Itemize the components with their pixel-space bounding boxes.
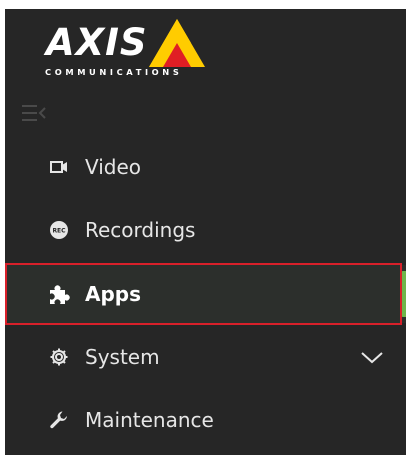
sidebar-item-label: Video bbox=[85, 155, 142, 179]
puzzle-icon bbox=[47, 282, 71, 306]
sidebar-item-label: Apps bbox=[85, 282, 142, 306]
logo-subtitle: COMMUNICATIONS bbox=[45, 67, 183, 77]
collapse-menu-icon bbox=[22, 105, 46, 121]
video-camera-icon bbox=[47, 155, 71, 179]
sidebar: AXIS COMMUNICATIONS Video REC Recordings… bbox=[5, 9, 406, 455]
gear-icon bbox=[47, 345, 71, 369]
sidebar-item-label: System bbox=[85, 345, 160, 369]
sidebar-item-apps[interactable]: Apps bbox=[5, 265, 406, 323]
logo-triangle-icon bbox=[149, 19, 205, 67]
active-indicator bbox=[400, 271, 406, 317]
sidebar-item-label: Recordings bbox=[85, 218, 196, 242]
sidebar-item-system[interactable]: System bbox=[5, 328, 406, 386]
chevron-down-icon[interactable] bbox=[360, 347, 384, 367]
sidebar-item-maintenance[interactable]: Maintenance bbox=[5, 391, 406, 449]
sidebar-item-video[interactable]: Video bbox=[5, 138, 406, 196]
sidebar-item-recordings[interactable]: REC Recordings bbox=[5, 201, 406, 259]
sidebar-item-label: Maintenance bbox=[85, 408, 214, 432]
rec-icon-text: REC bbox=[52, 228, 66, 235]
logo-wordmark: AXIS bbox=[46, 21, 148, 64]
wrench-icon bbox=[47, 408, 71, 432]
logo[interactable]: AXIS COMMUNICATIONS bbox=[5, 9, 406, 91]
collapse-menu-button[interactable] bbox=[21, 102, 47, 124]
rec-icon: REC bbox=[47, 218, 71, 242]
